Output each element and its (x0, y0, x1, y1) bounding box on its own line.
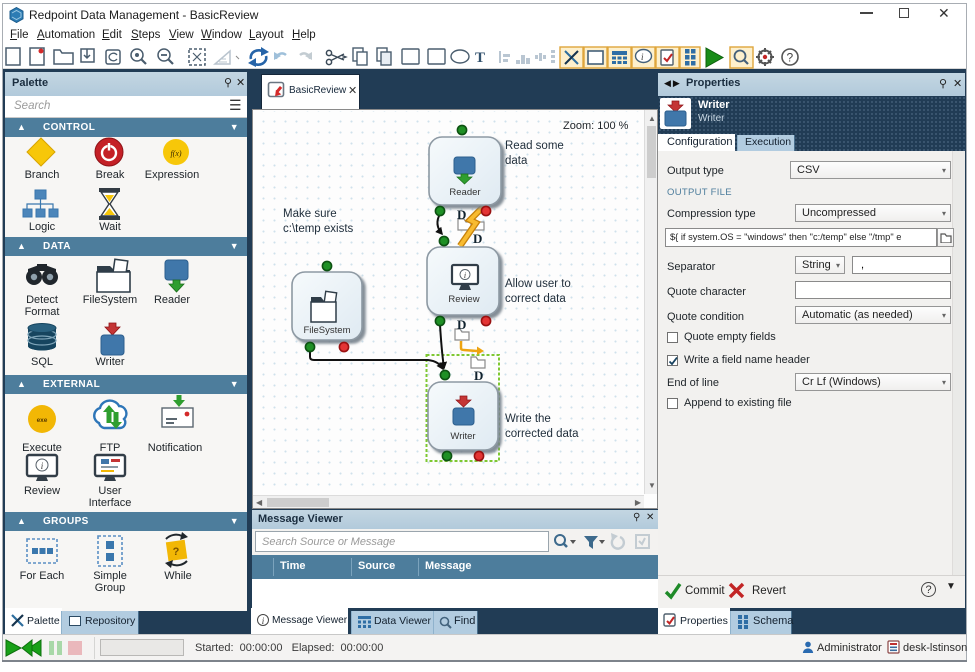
svg-text:?: ? (787, 51, 794, 65)
svg-text:Writer: Writer (450, 431, 475, 442)
svg-text:Make sure: Make sure (283, 208, 337, 220)
svg-text:D: D (457, 317, 466, 332)
svg-text:exe: exe (37, 417, 48, 424)
svg-text:Write the: Write the (505, 413, 551, 425)
svg-text:corrected data: corrected data (505, 428, 579, 440)
svg-text:Review: Review (448, 294, 479, 305)
svg-text:D: D (457, 207, 466, 222)
svg-text:?: ? (173, 546, 180, 558)
svg-text:c:\temp exists: c:\temp exists (283, 223, 354, 235)
svg-text:i: i (464, 271, 466, 280)
svg-text:D: D (474, 368, 483, 383)
svg-text:correct data: correct data (505, 293, 566, 305)
svg-text:data: data (505, 155, 528, 167)
svg-text:Allow user to: Allow user to (505, 278, 571, 290)
svg-text:Reader: Reader (449, 187, 480, 198)
svg-text:f(x): f(x) (170, 149, 181, 158)
svg-text:T: T (475, 50, 485, 66)
svg-text:Read some: Read some (505, 140, 564, 152)
svg-text:D: D (473, 231, 482, 246)
svg-text:FileSystem: FileSystem (304, 325, 351, 336)
